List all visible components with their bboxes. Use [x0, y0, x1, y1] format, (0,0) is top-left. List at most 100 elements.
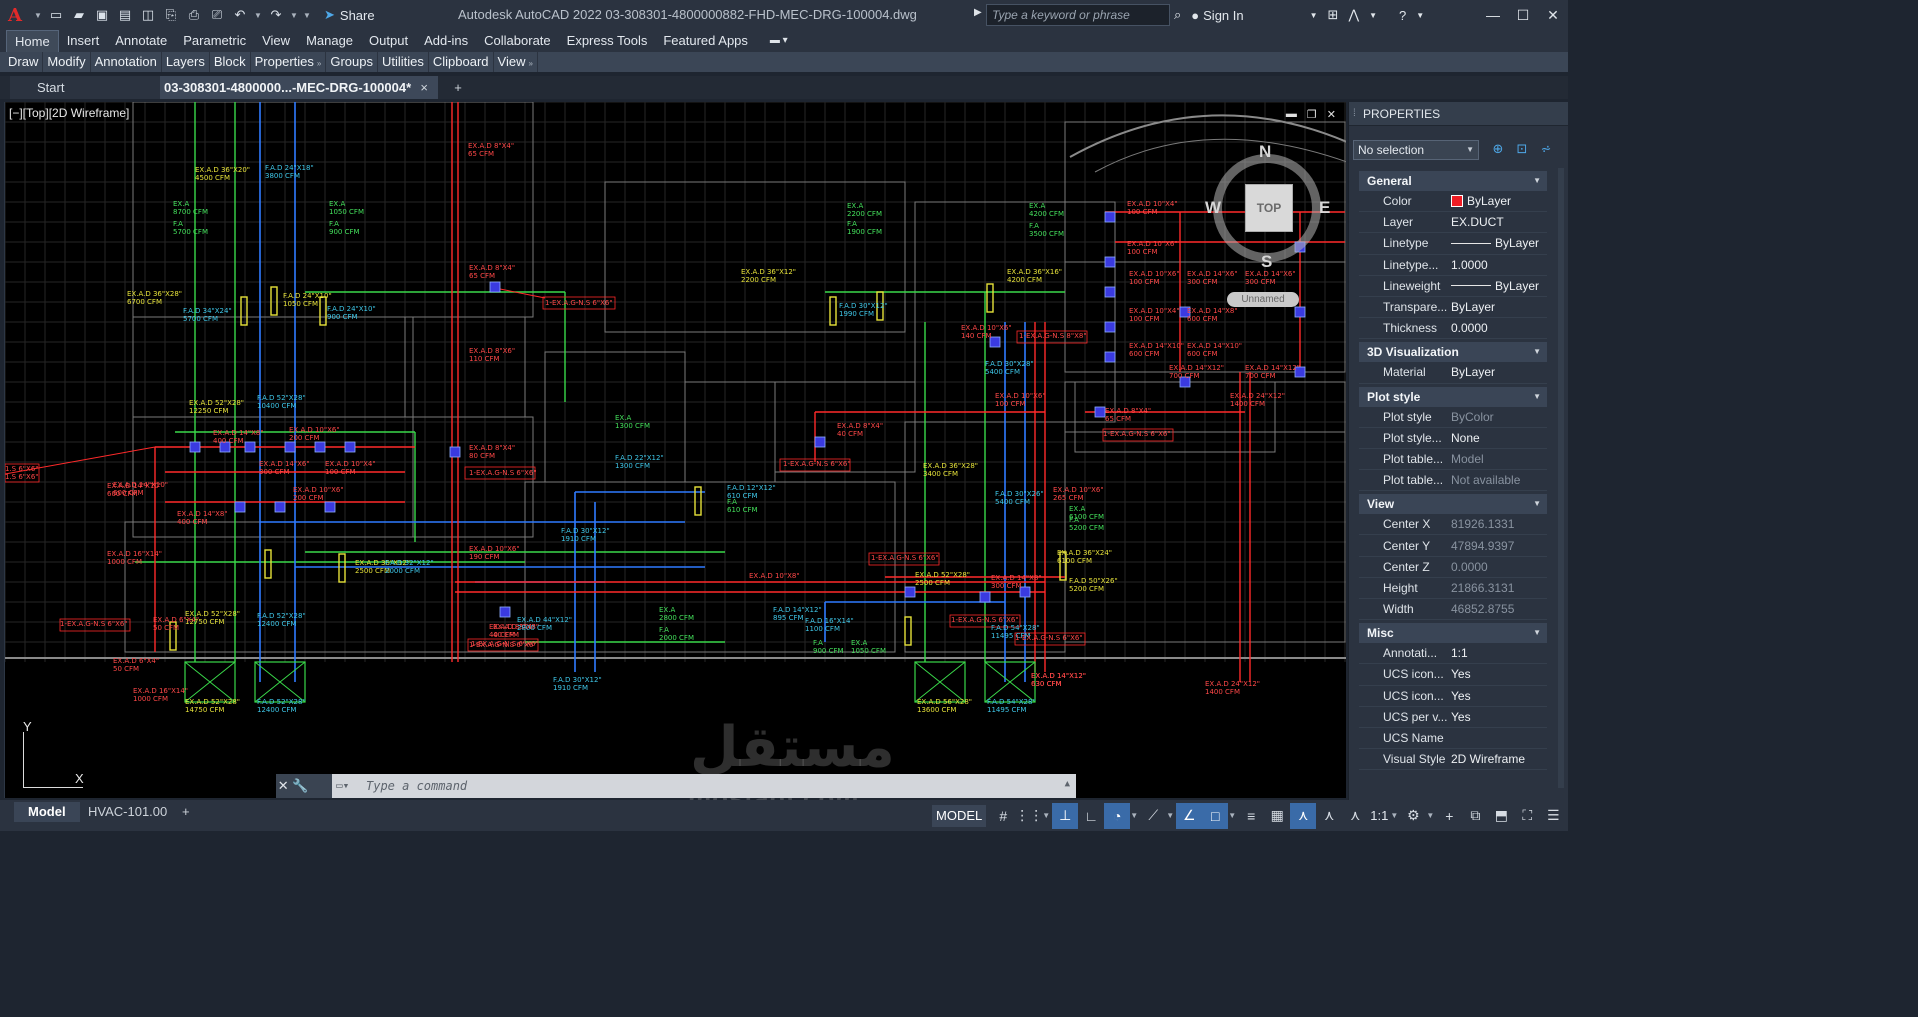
property-value[interactable]: 47894.9397 [1449, 539, 1547, 553]
property-row[interactable]: Plot table... Not available [1359, 470, 1547, 492]
property-value[interactable]: None [1449, 431, 1547, 445]
viewcube-east[interactable]: E [1319, 198, 1330, 218]
polar-dropdown-icon[interactable]: ▼ [1130, 811, 1140, 820]
selection-dropdown[interactable]: No selection ▼ [1353, 140, 1479, 160]
viewport-restore-icon[interactable]: ❐ [1307, 108, 1317, 121]
open-folder-icon[interactable]: ▰ [70, 6, 88, 24]
auto-scale-icon[interactable]: ⋏ [1316, 803, 1342, 829]
property-value[interactable]: 0.0000 [1449, 560, 1547, 574]
autodesk-dropdown-icon[interactable]: ▼ [1369, 11, 1377, 20]
isodraft-icon[interactable]: ⟋ [1140, 803, 1166, 829]
property-row[interactable]: Color ByLayer [1359, 191, 1547, 213]
panel-utilities[interactable]: Utilities [378, 52, 429, 72]
tab-home[interactable]: Home [6, 30, 59, 52]
tab-express-tools[interactable]: Express Tools [559, 30, 656, 52]
property-row[interactable]: Linetype... 1.0000 [1359, 255, 1547, 276]
property-row[interactable]: Plot style ByColor [1359, 407, 1547, 428]
redo-dropdown-icon[interactable]: ▼ [290, 11, 298, 20]
viewcube-top-face[interactable]: TOP [1245, 184, 1293, 232]
property-value[interactable]: ByLayer [1449, 365, 1547, 379]
property-value[interactable]: Yes [1449, 710, 1547, 724]
snap-dropdown-icon[interactable]: ▼ [1042, 811, 1052, 820]
tab-insert[interactable]: Insert [59, 30, 108, 52]
viewport-controls-label[interactable]: [−][Top][2D Wireframe] [9, 106, 129, 120]
panel-annotation[interactable]: Annotation [91, 52, 162, 72]
model-space-toggle[interactable]: MODEL [932, 804, 987, 827]
toggle-pickadd-icon[interactable]: ⊕ [1489, 140, 1507, 158]
property-value[interactable]: Yes [1449, 689, 1547, 703]
section-plot-style[interactable]: Plot style ▼ [1359, 386, 1547, 407]
property-value[interactable]: 46852.8755 [1449, 602, 1547, 616]
lineweight-icon[interactable]: ≡ [1238, 803, 1264, 829]
sign-in-dropdown-icon[interactable]: ▼ [1310, 11, 1318, 20]
sign-in-button[interactable]: Sign In [1203, 8, 1243, 23]
property-value[interactable]: 1.0000 [1449, 258, 1547, 272]
property-row[interactable]: Height 21866.3131 [1359, 578, 1547, 599]
autocad-logo-icon[interactable]: A [0, 0, 30, 30]
property-row[interactable]: UCS icon... Yes [1359, 664, 1547, 686]
panel-clipboard[interactable]: Clipboard [429, 52, 494, 72]
viewcube-south[interactable]: S [1261, 252, 1272, 272]
customization-menu-icon[interactable]: ☰ [1540, 803, 1566, 829]
dynamic-input-icon[interactable]: ⊥ [1052, 802, 1079, 829]
panel-properties[interactable]: Properties» [251, 52, 327, 72]
command-history-icon[interactable]: ▲ [1065, 779, 1070, 789]
isodraft-dropdown-icon[interactable]: ▼ [1166, 811, 1176, 820]
property-row[interactable]: Center Y 47894.9397 [1359, 535, 1547, 557]
cart-icon[interactable]: ⊞ [1328, 7, 1339, 23]
annotation-scale-icon[interactable]: ⋏ [1342, 803, 1368, 829]
properties-scrollbar[interactable] [1558, 168, 1564, 788]
plot-icon[interactable]: ⎚ [208, 6, 226, 24]
panel-layers[interactable]: Layers [162, 52, 210, 72]
section-3d-visualization[interactable]: 3D Visualization ▼ [1359, 342, 1547, 363]
isolate-objects-icon[interactable]: ⧉ [1462, 803, 1488, 829]
undo-icon[interactable]: ↶ [231, 6, 249, 24]
workspace-gear-icon[interactable]: ⚙ [1400, 803, 1426, 829]
tab-collaborate[interactable]: Collaborate [476, 30, 559, 52]
object-snap-icon[interactable]: □ [1202, 802, 1229, 829]
palette-grip-icon[interactable]: ⁞ [1353, 102, 1356, 126]
annotation-scale-value[interactable]: 1:1 [1368, 808, 1390, 823]
section-view[interactable]: View ▼ [1359, 494, 1547, 515]
property-value[interactable]: 81926.1331 [1449, 517, 1547, 531]
property-value[interactable]: ByLayer [1449, 194, 1547, 208]
minimize-icon[interactable]: — [1478, 0, 1508, 30]
section-collapse-icon[interactable]: ▼ [1533, 387, 1541, 407]
add-layout-icon[interactable]: + [182, 802, 196, 822]
panel-draw[interactable]: Draw [4, 52, 44, 72]
save-to-web-icon[interactable]: ◫ [139, 6, 157, 24]
autodesk-app-icon[interactable]: ⋀ [1348, 7, 1359, 23]
property-value[interactable]: Not available [1449, 473, 1547, 487]
property-row[interactable]: Material ByLayer [1359, 362, 1547, 384]
property-row[interactable]: Width 46852.8755 [1359, 599, 1547, 621]
property-value[interactable]: ByLayer [1449, 279, 1547, 293]
snap-icon[interactable]: ⋮⋮ [1015, 803, 1043, 829]
property-row[interactable]: Thickness 0.0000 [1359, 318, 1547, 340]
polar-tracking-icon[interactable]: ◔ [1104, 802, 1131, 829]
select-objects-icon[interactable]: ⊡ [1513, 140, 1531, 158]
scale-dropdown-icon[interactable]: ▼ [1390, 811, 1400, 820]
property-value[interactable]: 0.0000 [1449, 321, 1547, 335]
section-collapse-icon[interactable]: ▼ [1533, 623, 1541, 643]
viewcube[interactable]: TOP N S W E Unnamed [1205, 142, 1346, 307]
panel-block[interactable]: Block [210, 52, 251, 72]
tab-parametric[interactable]: Parametric [175, 30, 254, 52]
tab-annotate[interactable]: Annotate [107, 30, 175, 52]
properties-header[interactable]: ⁞ PROPERTIES [1349, 102, 1568, 126]
property-value[interactable]: 2D Wireframe [1449, 752, 1547, 766]
property-row[interactable]: Plot table... Model [1359, 449, 1547, 471]
publish-icon[interactable]: ⎙ [185, 6, 203, 24]
command-input[interactable]: ▭▾ Type a command ▲ [332, 774, 1076, 798]
tab-close-icon[interactable]: × [420, 76, 428, 99]
search-icon[interactable]: ⌕ [1174, 7, 1181, 23]
tab-view[interactable]: View [254, 30, 298, 52]
tab-add-ins[interactable]: Add-ins [416, 30, 476, 52]
property-row[interactable]: UCS Name [1359, 728, 1547, 750]
section-general[interactable]: General ▼ [1359, 171, 1547, 191]
ortho-icon[interactable]: ∟ [1078, 803, 1104, 829]
save-icon[interactable]: ▣ [93, 6, 111, 24]
add-icon[interactable]: + [1436, 803, 1462, 829]
property-row[interactable]: Plot style... None [1359, 428, 1547, 449]
ribbon-display-toggle-icon[interactable]: ▬ ▾ [770, 30, 788, 52]
property-value[interactable]: ByColor [1449, 410, 1547, 424]
